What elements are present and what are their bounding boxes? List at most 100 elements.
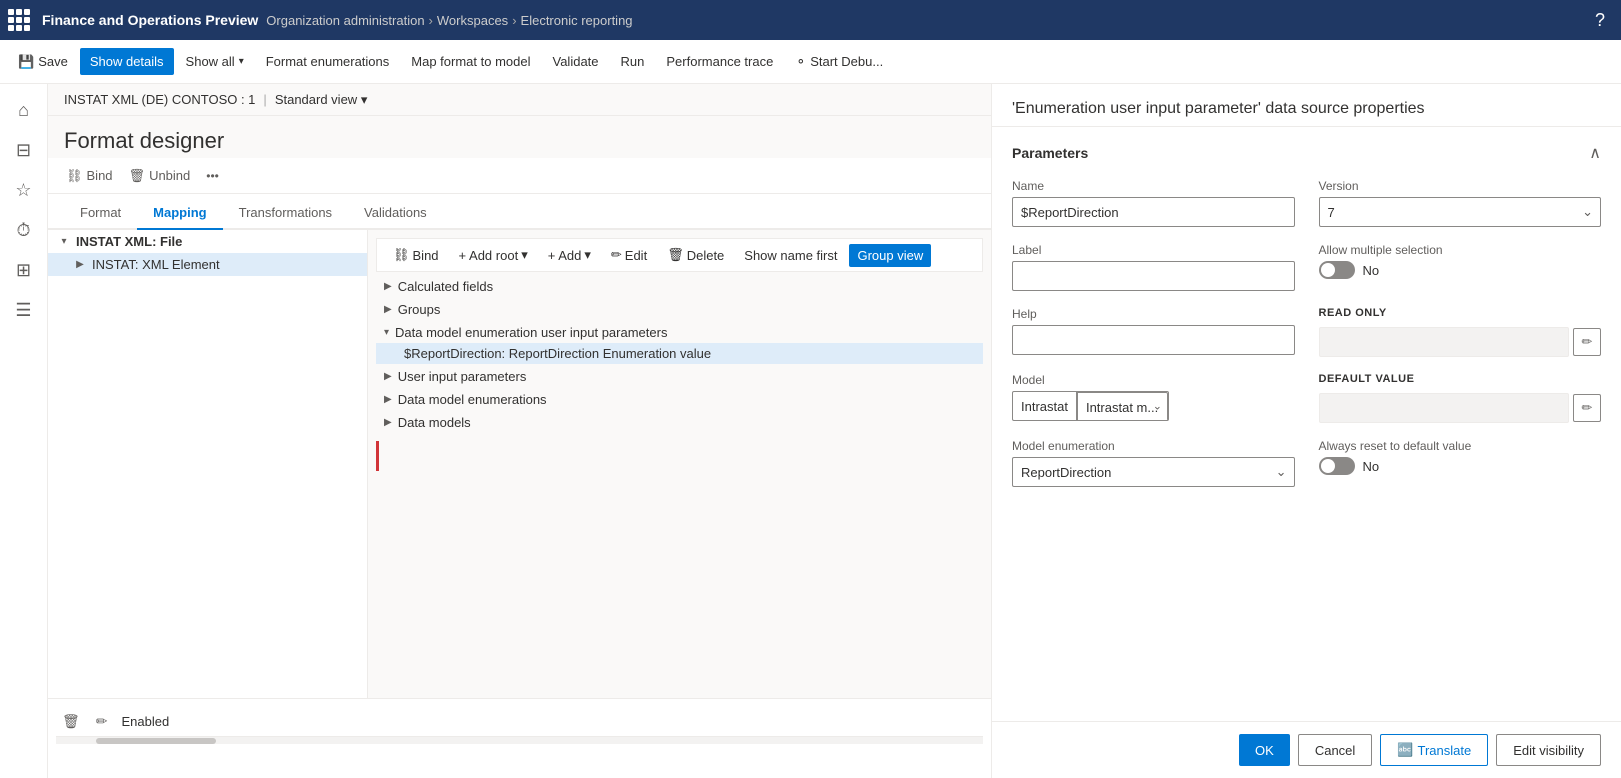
rp-label-version: Version xyxy=(1319,179,1602,193)
rp-select-model-right[interactable]: Intrastat m... xyxy=(1077,392,1168,421)
toggle-track-allow-multiple xyxy=(1319,261,1355,279)
tree-item-element[interactable]: ▶ INSTAT: XML Element xyxy=(48,253,367,276)
show-all-chevron-icon: ▾ xyxy=(239,56,244,67)
rp-field-version: Version 7 xyxy=(1319,179,1602,227)
ds-chevron-enum-params: ▾ xyxy=(384,327,389,338)
ds-chevron-user-input: ▶ xyxy=(384,371,392,382)
tree-collapse-icon: ▶ xyxy=(72,259,88,270)
ds-header-enum-params[interactable]: ▾ Data model enumeration user input para… xyxy=(376,322,983,343)
bind-link[interactable]: ⛓ Bind xyxy=(60,164,119,188)
unbind-link[interactable]: 🗑 Unbind xyxy=(123,164,197,188)
rp-toggle-always-reset[interactable] xyxy=(1319,457,1355,475)
content-area: ⌂ ⊟ ☆ ⏱ ⊞ ☰ INSTAT XML (DE) CONTOSO : 1 … xyxy=(0,84,1621,778)
breadcrumb-item-2[interactable]: Workspaces xyxy=(437,13,508,28)
show-details-button[interactable]: Show details xyxy=(80,48,174,75)
rp-input-label[interactable] xyxy=(1012,261,1295,291)
rp-toggle-allow-multiple-row: No xyxy=(1319,261,1602,279)
sub-breadcrumb: INSTAT XML (DE) CONTOSO : 1 | Standard v… xyxy=(48,84,991,116)
more-options-link[interactable]: ••• xyxy=(200,165,225,187)
sidebar-home-icon[interactable]: ⌂ xyxy=(6,92,42,128)
sidebar-filter-icon[interactable]: ⊟ xyxy=(6,132,42,168)
cancel-button[interactable]: Cancel xyxy=(1298,734,1372,766)
bottom-toolbar: 🗑 ✏ Enabled xyxy=(56,707,983,736)
format-enumerations-button[interactable]: Format enumerations xyxy=(256,48,400,75)
rp-input-name[interactable] xyxy=(1012,197,1295,227)
rp-field-help: Help xyxy=(1012,307,1295,357)
right-panel: 'Enumeration user input parameter' data … xyxy=(991,84,1621,778)
show-name-first-button[interactable]: Show name first xyxy=(736,244,845,267)
rp-edit-readonly-button[interactable]: ✏ xyxy=(1573,328,1601,356)
rp-input-help[interactable] xyxy=(1012,325,1295,355)
rp-toggle-always-reset-row: No xyxy=(1319,457,1602,475)
add-root-chevron-icon: ▾ xyxy=(521,247,528,263)
ds-section-data-models: ▶ Data models xyxy=(376,412,983,433)
bottom-edit-btn[interactable]: ✏ xyxy=(90,711,114,732)
show-all-button[interactable]: Show all ▾ xyxy=(176,48,254,75)
mapping-bind-button[interactable]: ⛓ Bind xyxy=(385,243,447,267)
rp-input-default-value[interactable] xyxy=(1319,393,1570,423)
run-button[interactable]: Run xyxy=(611,48,655,75)
mapping-bind-icon: ⛓ xyxy=(393,247,410,263)
rp-label-model: Model xyxy=(1012,373,1295,387)
sidebar-list-icon[interactable]: ☰ xyxy=(6,292,42,328)
group-view-button[interactable]: Group view xyxy=(849,244,931,267)
bottom-delete-btn[interactable]: 🗑 xyxy=(56,711,86,732)
tree-panel: ▾ INSTAT XML: File ▶ INSTAT: XML Element xyxy=(48,230,368,698)
tab-transformations[interactable]: Transformations xyxy=(223,197,348,230)
rp-input-readonly[interactable] xyxy=(1319,327,1570,357)
rp-field-allow-multiple: Allow multiple selection No xyxy=(1319,243,1602,291)
ds-header-user-input[interactable]: ▶ User input parameters xyxy=(376,366,983,387)
rp-toggle-allow-multiple[interactable] xyxy=(1319,261,1355,279)
horizontal-scrollbar[interactable] xyxy=(56,736,983,744)
edit-visibility-button[interactable]: Edit visibility xyxy=(1496,734,1601,766)
mapping-edit-button[interactable]: ✏ Edit xyxy=(603,243,655,267)
tab-format[interactable]: Format xyxy=(64,197,137,230)
model-left-value: Intrastat xyxy=(1013,392,1077,420)
start-debug-button[interactable]: ⚬ Start Debu... xyxy=(785,48,893,76)
rp-footer: OK Cancel 🔤 Translate Edit visibility xyxy=(992,721,1621,778)
mapping-delete-button[interactable]: 🗑 Delete xyxy=(659,243,732,267)
rp-select-model-enum-wrapper: ReportDirection xyxy=(1012,457,1295,487)
tabs-row: Format Mapping Transformations Validatio… xyxy=(48,194,991,230)
ds-header-data-models[interactable]: ▶ Data models xyxy=(376,412,983,433)
rp-label-name: Name xyxy=(1012,179,1295,193)
tree-item-file[interactable]: ▾ INSTAT XML: File xyxy=(48,230,367,253)
rp-edit-default-value-button[interactable]: ✏ xyxy=(1573,394,1601,422)
translate-button[interactable]: 🔤 Translate xyxy=(1380,734,1488,766)
performance-trace-button[interactable]: Performance trace xyxy=(656,48,783,75)
toggle-thumb-always-reset xyxy=(1321,459,1335,473)
map-format-button[interactable]: Map format to model xyxy=(401,48,540,75)
sidebar-history-icon[interactable]: ⏱ xyxy=(6,212,42,248)
rp-label-model-enum: Model enumeration xyxy=(1012,439,1295,453)
rp-select-version[interactable]: 7 xyxy=(1319,197,1602,227)
breadcrumb-item-3[interactable]: Electronic reporting xyxy=(521,13,633,28)
ds-header-calculated[interactable]: ▶ Calculated fields xyxy=(376,276,983,297)
breadcrumb-item-1[interactable]: Organization administration xyxy=(266,13,424,28)
save-button[interactable]: 💾 Save xyxy=(8,48,78,76)
app-menu-icon[interactable] xyxy=(8,9,30,31)
rp-label-readonly: READ ONLY xyxy=(1319,307,1602,319)
sub-breadcrumb-view[interactable]: Standard view ▾ xyxy=(275,92,368,108)
tab-validations[interactable]: Validations xyxy=(348,197,443,230)
help-icon[interactable]: ? xyxy=(1587,10,1613,31)
ok-button[interactable]: OK xyxy=(1239,734,1290,766)
breadcrumb-chevron-2: › xyxy=(512,13,516,28)
ds-header-model-enums[interactable]: ▶ Data model enumerations xyxy=(376,389,983,410)
mapping-add-button[interactable]: + Add ▾ xyxy=(540,243,599,267)
validate-button[interactable]: Validate xyxy=(543,48,609,75)
rp-field-always-reset: Always reset to default value No xyxy=(1319,439,1602,487)
ds-item-report-direction[interactable]: $ReportDirection: ReportDirection Enumer… xyxy=(376,343,983,364)
mapping-panel: ⛓ Bind + Add root ▾ + Add ▾ ✏ Edit xyxy=(368,230,991,698)
ds-header-groups[interactable]: ▶ Groups xyxy=(376,299,983,320)
sidebar-dashboard-icon[interactable]: ⊞ xyxy=(6,252,42,288)
rp-collapse-button[interactable]: ∧ xyxy=(1589,143,1601,163)
main-panel: INSTAT XML (DE) CONTOSO : 1 | Standard v… xyxy=(48,84,991,778)
sidebar-star-icon[interactable]: ☆ xyxy=(6,172,42,208)
mapping-add-root-button[interactable]: + Add root ▾ xyxy=(451,243,536,267)
rp-select-model-enum[interactable]: ReportDirection xyxy=(1012,457,1295,487)
bind-icon: ⛓ xyxy=(66,168,83,184)
rp-toggle-allow-multiple-label: No xyxy=(1363,263,1380,278)
rp-section-header: Parameters ∧ xyxy=(1012,143,1601,163)
tab-mapping[interactable]: Mapping xyxy=(137,197,222,230)
toggle-track-always-reset xyxy=(1319,457,1355,475)
